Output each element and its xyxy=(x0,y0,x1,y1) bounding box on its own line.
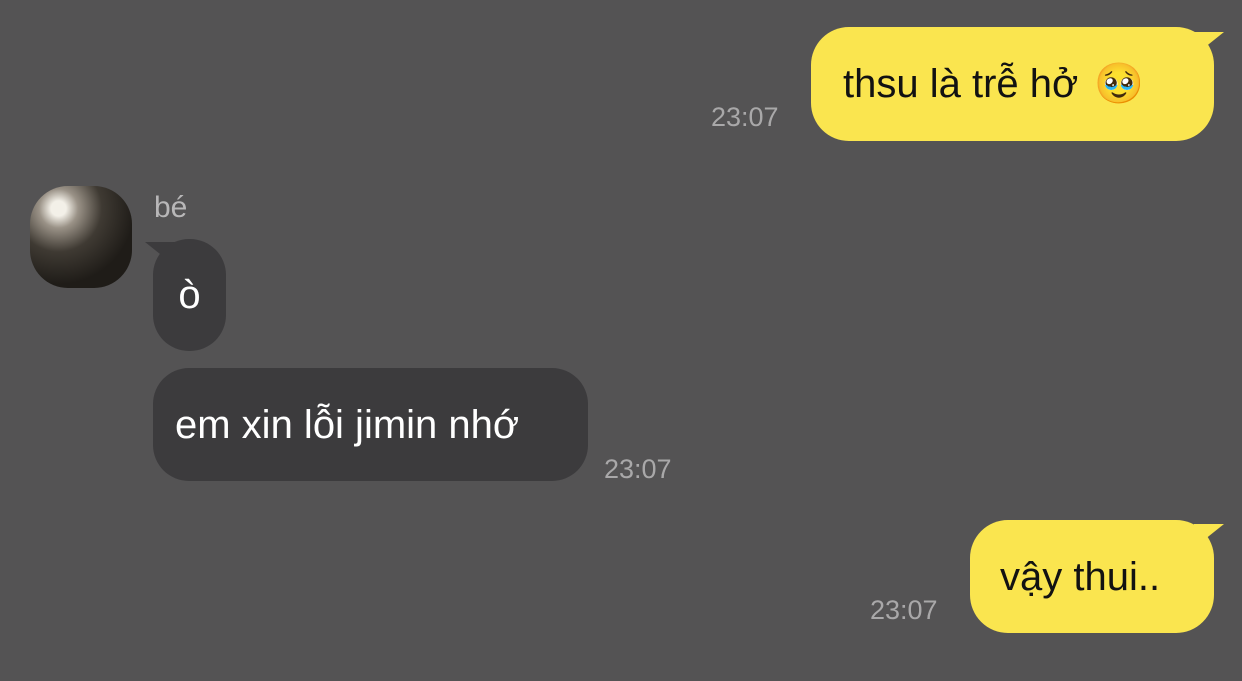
outgoing-message-bubble[interactable]: vậy thui.. xyxy=(970,520,1214,633)
message-text: vậy thui.. xyxy=(1000,554,1161,599)
incoming-message-bubble[interactable]: ò xyxy=(153,239,226,351)
message-text: thsu là trễ hở xyxy=(843,62,1079,106)
pleading-face-emoji-icon: 🥹 xyxy=(1094,62,1145,106)
message-text: ò xyxy=(178,273,201,317)
sender-name: bé xyxy=(154,191,188,224)
incoming-message-bubble[interactable]: em xin lỗi jimin nhớ xyxy=(153,368,588,481)
message-text: em xin lỗi jimin nhớ xyxy=(175,402,520,447)
message-timestamp: 23:07 xyxy=(870,595,938,625)
bubble-tail xyxy=(1194,524,1224,548)
bubble-tail xyxy=(1194,32,1224,56)
outgoing-message-bubble[interactable]: thsu là trễ hở 🥹 xyxy=(811,27,1214,141)
avatar[interactable] xyxy=(30,186,132,288)
chat-thread: 23:07 thsu là trễ hở 🥹 bé ò em xin lỗi j… xyxy=(0,0,1242,681)
message-timestamp: 23:07 xyxy=(711,102,779,132)
message-timestamp: 23:07 xyxy=(604,454,672,484)
